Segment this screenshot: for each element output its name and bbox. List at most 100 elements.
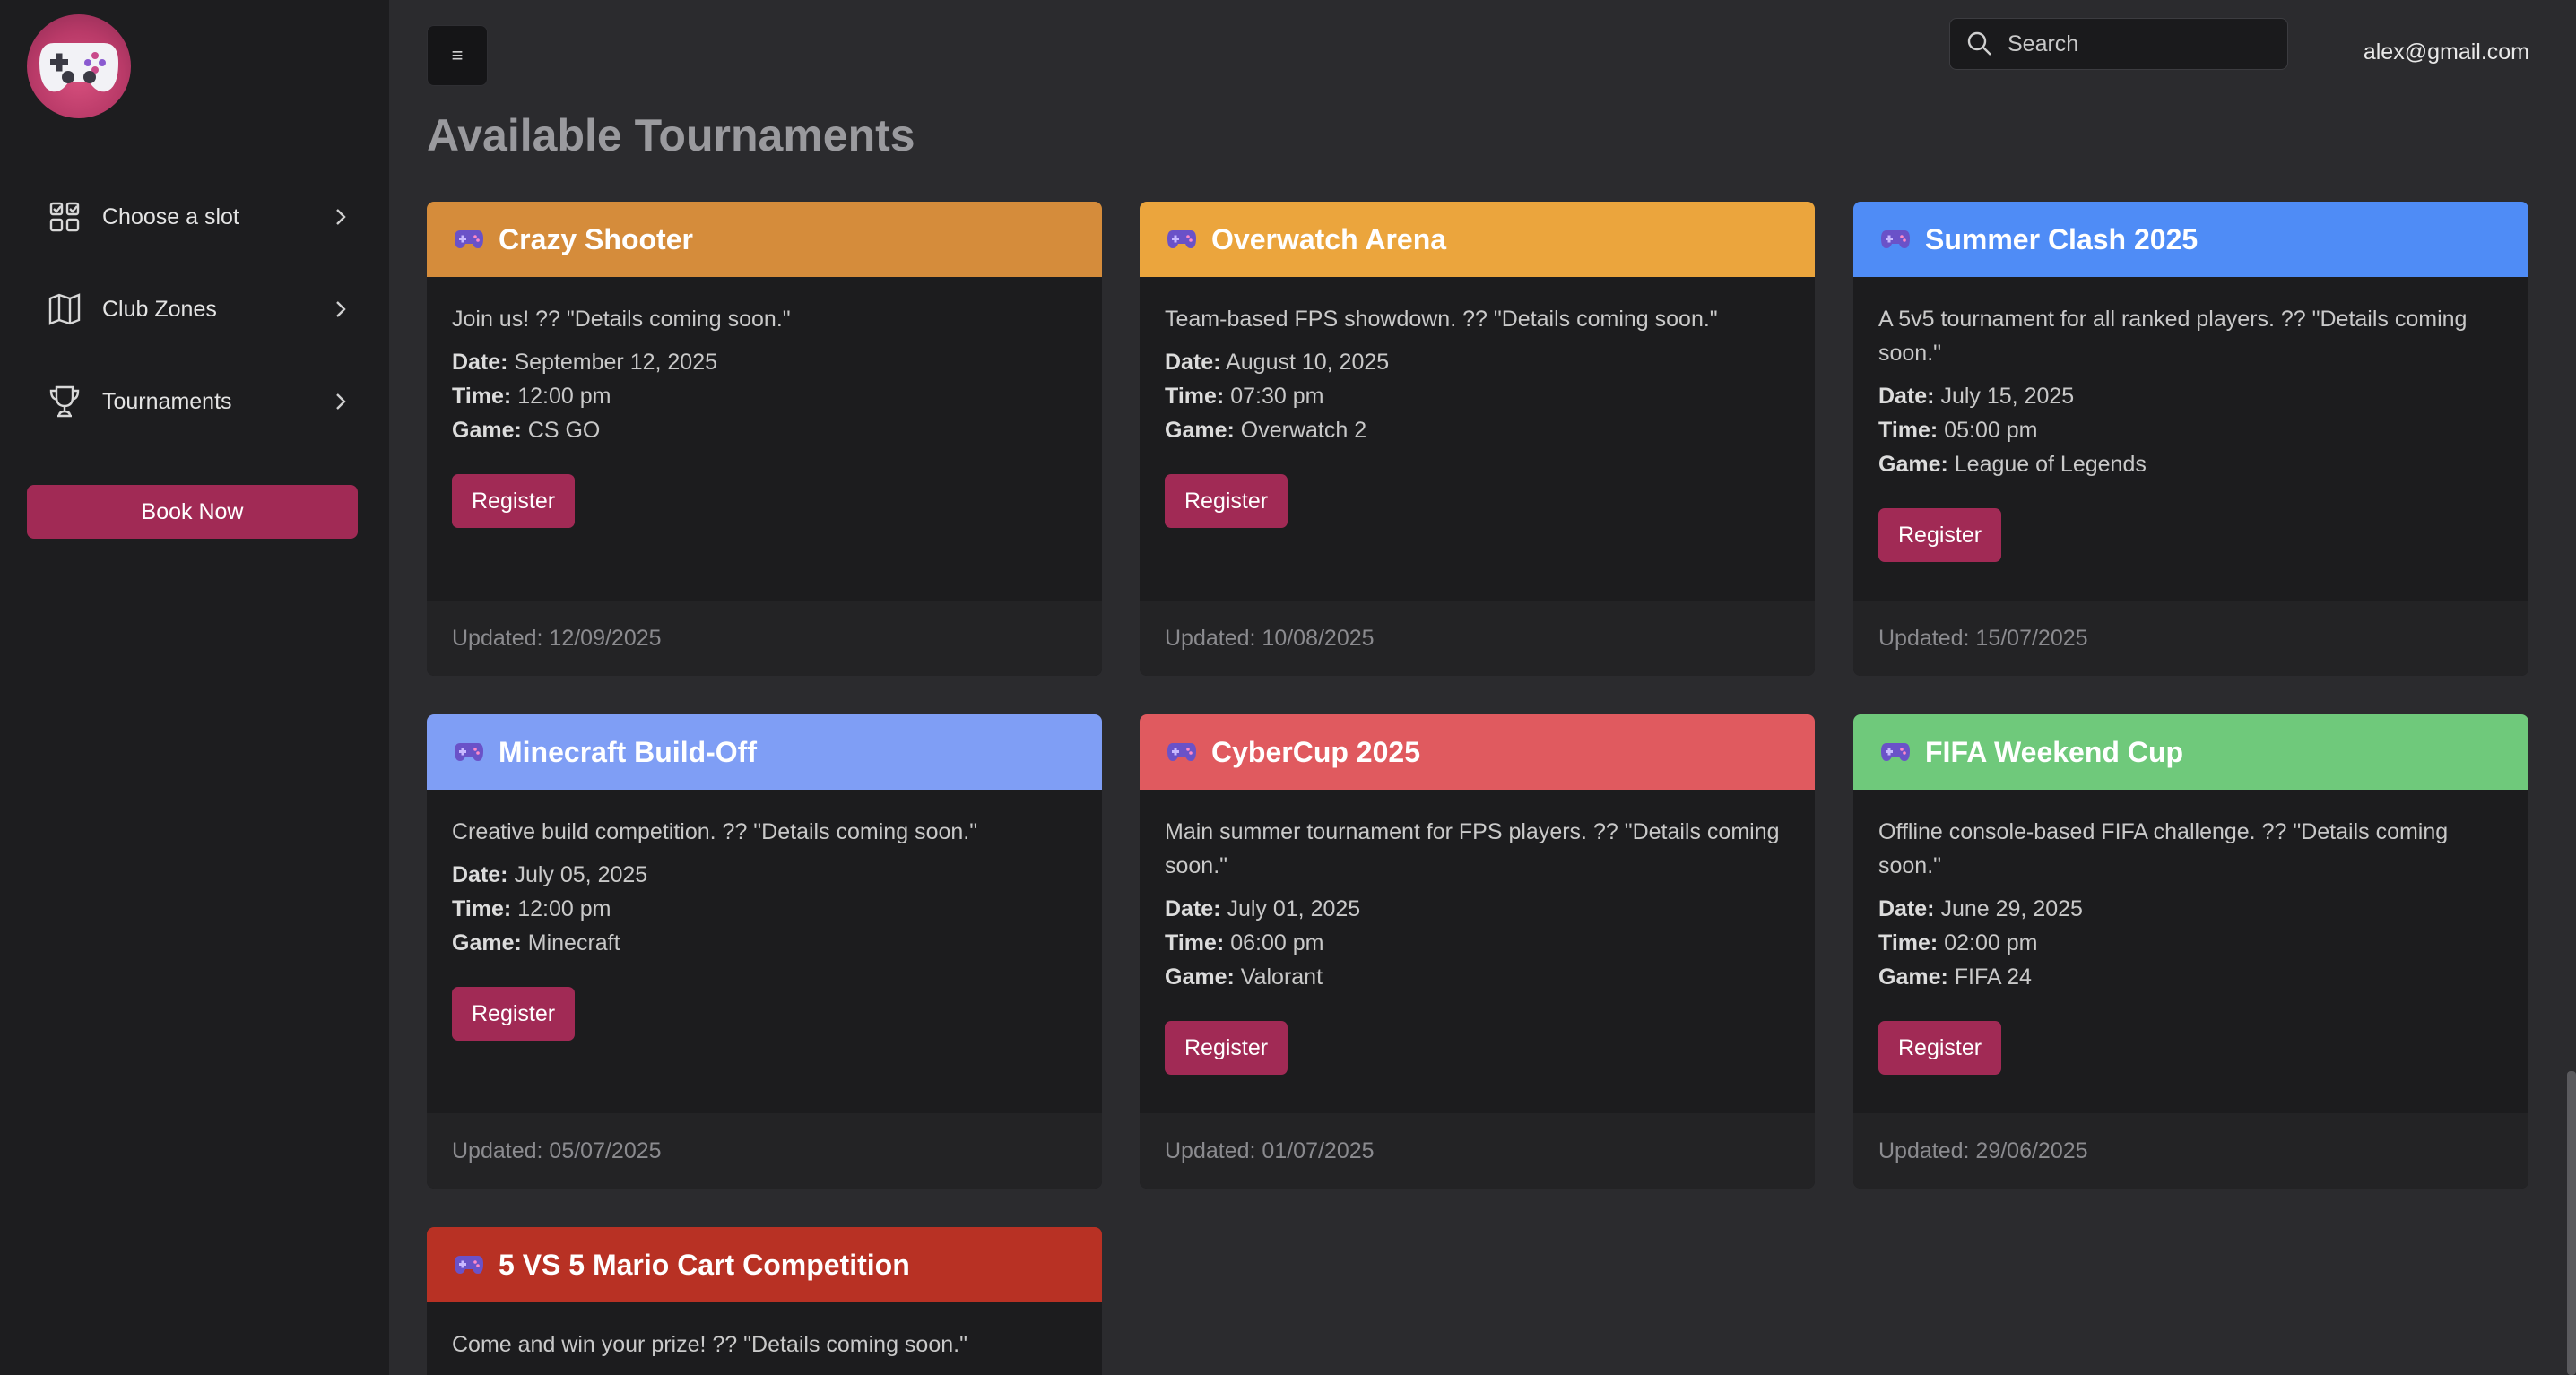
- game-label: Game:: [1878, 452, 1948, 477]
- card-description: Creative build competition. ?? "Details …: [452, 819, 978, 844]
- date-value: July 05, 2025: [514, 862, 648, 887]
- date-value: August 10, 2025: [1226, 350, 1390, 375]
- date-label: Date:: [1165, 350, 1221, 375]
- gamepad-icon: [455, 1256, 483, 1274]
- chevron-right-icon: [336, 209, 346, 225]
- card-header: CyberCup 2025: [1140, 714, 1815, 790]
- grid-check-icon: [47, 199, 82, 235]
- search-box[interactable]: [1949, 18, 2288, 70]
- card-description: A 5v5 tournament for all ranked players.…: [1878, 307, 2468, 366]
- sidebar-item-label: Club Zones: [102, 296, 217, 322]
- card-header: FIFA Weekend Cup: [1853, 714, 2528, 790]
- register-button[interactable]: Register: [1878, 1021, 2002, 1075]
- game-label: Game:: [1165, 964, 1235, 990]
- register-button[interactable]: Register: [1165, 474, 1288, 528]
- card-title: Crazy Shooter: [499, 222, 693, 255]
- game-label: Game:: [452, 418, 522, 443]
- card-header: Overwatch Arena: [1140, 202, 1815, 277]
- register-button[interactable]: Register: [1165, 1021, 1288, 1075]
- card-title: Overwatch Arena: [1211, 222, 1447, 255]
- gamepad-icon: [1167, 743, 1196, 761]
- card-date: Date: August 10, 2025: [1165, 345, 1790, 379]
- book-now-button[interactable]: Book Now: [27, 485, 358, 539]
- page-scrollbar[interactable]: [2567, 1071, 2576, 1375]
- trophy-icon: [47, 384, 82, 419]
- card-time: Time: 02:00 pm: [1878, 926, 2503, 960]
- time-value: 12:00 pm: [517, 896, 611, 921]
- game-value: Minecraft: [527, 930, 620, 956]
- search-icon: [1967, 31, 1991, 56]
- game-label: Game:: [452, 930, 522, 956]
- register-button[interactable]: Register: [452, 987, 576, 1041]
- card-game: Game: Valorant: [1165, 960, 1790, 994]
- chevron-right-icon: [336, 393, 346, 410]
- time-label: Time:: [452, 384, 512, 409]
- card-header: Crazy Shooter: [427, 202, 1102, 277]
- date-label: Date:: [1878, 384, 1935, 409]
- card-title: Minecraft Build-Off: [499, 735, 757, 768]
- time-label: Time:: [1878, 930, 1939, 956]
- card-header: Minecraft Build-Off: [427, 714, 1102, 790]
- map-icon: [47, 291, 82, 327]
- time-label: Time:: [1878, 418, 1939, 443]
- card-description: Main summer tournament for FPS players. …: [1165, 819, 1780, 878]
- card-updated: Updated: 05/07/2025: [427, 1113, 1102, 1189]
- tournament-card: Overwatch Arena Team-based FPS showdown.…: [1140, 202, 1815, 676]
- card-title: Summer Clash 2025: [1925, 222, 2199, 255]
- card-date: Date: July 05, 2025: [452, 858, 1077, 892]
- menu-toggle-button[interactable]: ≡: [427, 25, 488, 86]
- card-game: Game: FIFA 24: [1878, 960, 2503, 994]
- card-updated: Updated: 15/07/2025: [1853, 601, 2528, 676]
- card-time: Time: 12:00 pm: [452, 892, 1077, 926]
- card-header: Summer Clash 2025: [1853, 202, 2528, 277]
- gamepad-icon: [1881, 743, 1910, 761]
- date-value: July 15, 2025: [1940, 384, 2075, 409]
- card-time: Time: 07:30 pm: [1165, 379, 1790, 413]
- gamepad-icon: [455, 230, 483, 248]
- sidebar-item-club-zones[interactable]: Club Zones: [47, 282, 351, 336]
- card-header: 5 VS 5 Mario Cart Competition: [427, 1227, 1102, 1302]
- card-game: Game: Minecraft: [452, 926, 1077, 960]
- time-value: 05:00 pm: [1944, 418, 2038, 443]
- card-title: FIFA Weekend Cup: [1925, 735, 2184, 768]
- card-updated: Updated: 10/08/2025: [1140, 601, 1815, 676]
- gamepad-logo[interactable]: [27, 14, 131, 118]
- time-value: 02:00 pm: [1944, 930, 2038, 956]
- gamepad-icon: [1881, 230, 1910, 248]
- game-label: Game:: [1165, 418, 1235, 443]
- date-value: June 29, 2025: [1940, 896, 2083, 921]
- card-title: CyberCup 2025: [1211, 735, 1420, 768]
- register-button[interactable]: Register: [1878, 508, 2002, 562]
- user-email[interactable]: alex@gmail.com: [2364, 39, 2529, 65]
- date-label: Date:: [452, 350, 508, 375]
- card-title: 5 VS 5 Mario Cart Competition: [499, 1248, 910, 1281]
- card-date: Date: June 29, 2025: [1878, 892, 2503, 926]
- search-input[interactable]: [2006, 30, 2278, 58]
- time-value: 06:00 pm: [1230, 930, 1324, 956]
- sidebar-item-tournaments[interactable]: Tournaments: [47, 375, 351, 428]
- sidebar-item-choose-slot[interactable]: Choose a slot: [47, 190, 351, 244]
- card-date: Date: July 15, 2025: [1878, 379, 2503, 413]
- card-date: Date: July 01, 2025: [1165, 892, 1790, 926]
- card-time: Time: 06:00 pm: [1165, 926, 1790, 960]
- card-time: Time: 05:00 pm: [1878, 413, 2503, 447]
- gamepad-icon: [455, 743, 483, 761]
- card-date: Date: September 12, 2025: [452, 345, 1077, 379]
- game-value: Valorant: [1240, 964, 1323, 990]
- tournament-card: Crazy Shooter Join us! ?? "Details comin…: [427, 202, 1102, 676]
- card-updated: Updated: 29/06/2025: [1853, 1113, 2528, 1189]
- tournament-card: CyberCup 2025 Main summer tournament for…: [1140, 714, 1815, 1189]
- tournament-card: 5 VS 5 Mario Cart Competition Come and w…: [427, 1227, 1102, 1375]
- register-button[interactable]: Register: [452, 474, 576, 528]
- time-label: Time:: [1165, 384, 1225, 409]
- date-label: Date:: [452, 862, 508, 887]
- card-game: Game: Overwatch 2: [1165, 413, 1790, 447]
- date-value: July 01, 2025: [1227, 896, 1361, 921]
- hamburger-icon: ≡: [451, 44, 464, 66]
- card-description: Come and win your prize! ?? "Details com…: [452, 1332, 967, 1357]
- game-value: League of Legends: [1954, 452, 2147, 477]
- game-value: FIFA 24: [1954, 964, 2032, 990]
- card-updated: Updated: 01/07/2025: [1140, 1113, 1815, 1189]
- chevron-right-icon: [336, 301, 346, 317]
- card-description: Join us! ?? "Details coming soon.": [452, 307, 791, 332]
